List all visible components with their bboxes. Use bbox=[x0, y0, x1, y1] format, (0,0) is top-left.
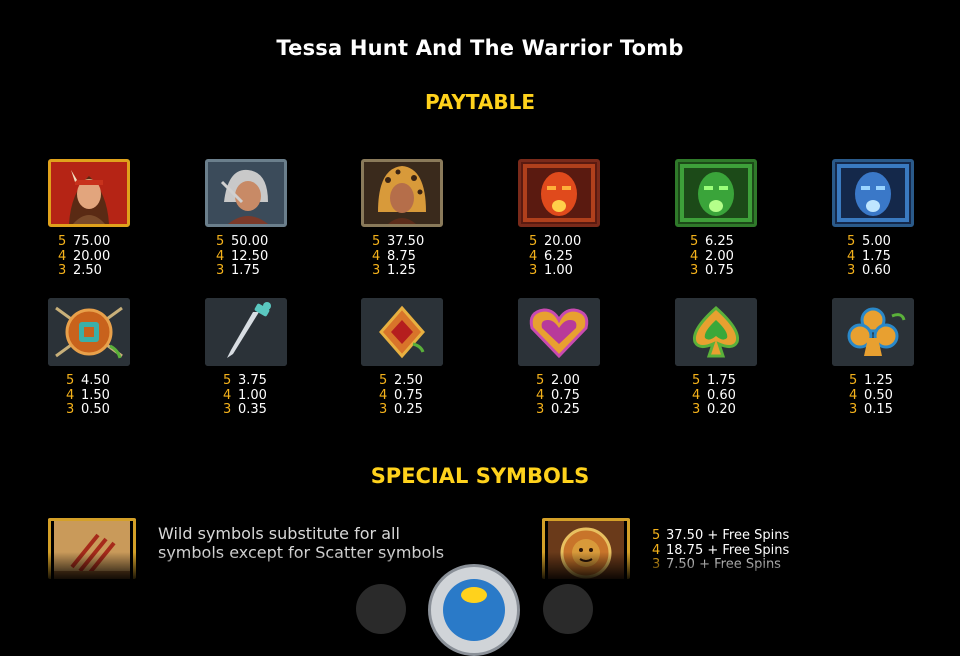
pay-row: 4 2.00 bbox=[690, 248, 734, 264]
pays-old-warrior: 5 50.00 4 12.50 3 1.75 bbox=[216, 234, 306, 279]
jaguar-warrior-icon bbox=[361, 159, 443, 227]
pay-row: 5 3.75 bbox=[223, 373, 267, 388]
pays-diamond: 5 2.50 4 0.75 3 0.25 bbox=[379, 373, 469, 418]
pay-row: 4 0.75 bbox=[379, 387, 423, 403]
pay-row: 5 75.00 bbox=[58, 234, 111, 249]
pay-row: 3 1.75 bbox=[216, 263, 260, 279]
heart-icon bbox=[518, 298, 600, 366]
pay-row: 4 0.75 bbox=[536, 387, 580, 403]
dagger-icon bbox=[205, 298, 287, 366]
pay-row: 5 2.50 bbox=[379, 373, 423, 388]
pay-row: 3 0.15 bbox=[849, 402, 893, 418]
home-button[interactable] bbox=[428, 564, 520, 656]
pay-row: 4 6.25 bbox=[529, 248, 573, 264]
tessa-hunt-icon bbox=[48, 159, 130, 227]
pay-row: 4 20.00 bbox=[58, 248, 111, 264]
pay-row: 4 1.75 bbox=[847, 248, 891, 264]
special-symbols-heading: SPECIAL SYMBOLS bbox=[370, 464, 590, 488]
blue-mask-icon bbox=[832, 159, 914, 227]
pay-row: 4 18.75 + Free Spins bbox=[652, 542, 790, 558]
pays-jaguar-warrior: 5 37.50 4 8.75 3 1.25 bbox=[372, 234, 462, 279]
gold-emblem-icon bbox=[461, 587, 487, 603]
pays-shield: 5 4.50 4 1.50 3 0.50 bbox=[66, 373, 156, 418]
pays-tessa-hunt: 5 75.00 4 20.00 3 2.50 bbox=[58, 234, 148, 279]
pay-row: 4 8.75 bbox=[372, 248, 416, 264]
pay-row: 5 37.50 + Free Spins bbox=[652, 528, 790, 543]
paytable-heading: PAYTABLE bbox=[424, 90, 536, 114]
pay-row: 3 0.50 bbox=[66, 402, 110, 418]
old-warrior-icon bbox=[205, 159, 287, 227]
pay-row: 3 7.50 + Free Spins bbox=[652, 557, 781, 573]
pay-row: 3 1.25 bbox=[372, 263, 416, 279]
pays-red-mask: 5 20.00 4 6.25 3 1.00 bbox=[529, 234, 619, 279]
pay-row: 3 0.35 bbox=[223, 402, 267, 418]
pays-dagger: 5 3.75 4 1.00 3 0.35 bbox=[223, 373, 313, 418]
pays-spade: 5 1.75 4 0.60 3 0.20 bbox=[692, 373, 782, 418]
prev-page-button[interactable] bbox=[356, 584, 406, 634]
green-mask-icon bbox=[675, 159, 757, 227]
pay-row: 4 12.50 bbox=[216, 248, 269, 264]
pays-green-mask: 5 6.25 4 2.00 3 0.75 bbox=[690, 234, 780, 279]
pays-club: 5 1.25 4 0.50 3 0.15 bbox=[849, 373, 939, 418]
pay-row: 5 37.50 bbox=[372, 234, 425, 249]
club-icon bbox=[832, 298, 914, 366]
pay-row: 5 1.25 bbox=[849, 373, 893, 388]
pay-row: 3 0.25 bbox=[536, 402, 580, 418]
pay-row: 5 20.00 bbox=[529, 234, 582, 249]
pay-row: 3 1.00 bbox=[529, 263, 573, 279]
scatter-icon bbox=[542, 518, 630, 579]
pay-row: 3 0.25 bbox=[379, 402, 423, 418]
pay-row: 3 2.50 bbox=[58, 263, 102, 279]
pay-row: 3 0.60 bbox=[847, 263, 891, 279]
next-page-button[interactable] bbox=[543, 584, 593, 634]
pay-row: 5 2.00 bbox=[536, 373, 580, 388]
pay-row: 5 4.50 bbox=[66, 373, 110, 388]
pay-row: 4 1.50 bbox=[66, 387, 110, 403]
shield-icon bbox=[48, 298, 130, 366]
pay-row: 4 0.50 bbox=[849, 387, 893, 403]
pay-row: 3 0.75 bbox=[690, 263, 734, 279]
game-title: Tessa Hunt And The Warrior Tomb bbox=[276, 36, 684, 60]
wild-icon bbox=[48, 518, 136, 579]
pay-row: 5 1.75 bbox=[692, 373, 736, 388]
pay-row: 4 1.00 bbox=[223, 387, 267, 403]
diamond-icon bbox=[361, 298, 443, 366]
pay-row: 3 0.20 bbox=[692, 402, 736, 418]
pay-row: 5 5.00 bbox=[847, 234, 891, 249]
pays-heart: 5 2.00 4 0.75 3 0.25 bbox=[536, 373, 626, 418]
home-button-inner bbox=[443, 579, 505, 641]
pay-row: 5 50.00 bbox=[216, 234, 269, 249]
pays-blue-mask: 5 5.00 4 1.75 3 0.60 bbox=[847, 234, 937, 279]
red-mask-icon bbox=[518, 159, 600, 227]
wild-description: Wild symbols substitute for all symbols … bbox=[158, 524, 445, 562]
scatter-pays: 5 37.50 + Free Spins 4 18.75 + Free Spins … bbox=[652, 528, 790, 573]
spade-icon bbox=[675, 298, 757, 366]
pay-row: 5 6.25 bbox=[690, 234, 734, 249]
pay-row: 4 0.60 bbox=[692, 387, 736, 403]
